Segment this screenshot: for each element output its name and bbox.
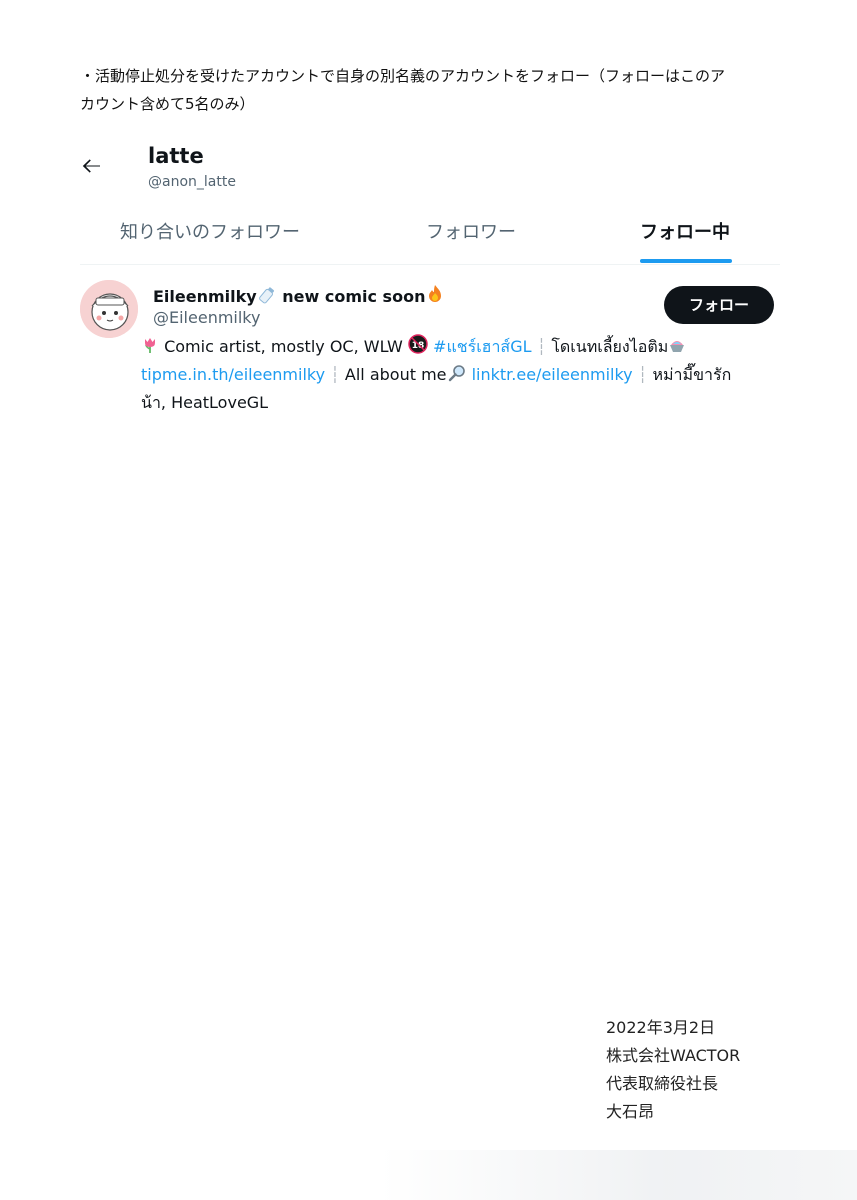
bio-text-2: โดเนทเลี้ยงไอติม <box>551 337 669 356</box>
magnifier-icon <box>447 364 467 390</box>
signature-title: 代表取締役社長 <box>606 1074 719 1093</box>
user-handle: @Eileenmilky <box>153 308 261 327</box>
milk-bottle-icon <box>257 286 277 308</box>
user-cell[interactable]: Eileenmilky new comic soon @Eileenmilky … <box>80 278 780 418</box>
bio-hashtag-link[interactable]: #แชร์เฮาส์GL <box>433 337 531 356</box>
bio-text-3: All about me <box>344 365 447 384</box>
shaved-ice-icon <box>668 336 686 362</box>
bio-line-2: tipme.in.th/eileenmilky ┆ All about me l… <box>141 362 741 390</box>
user-display-name: Eileenmilky <box>153 287 257 306</box>
svg-text:18: 18 <box>412 341 425 351</box>
intro-line-1: ・活動停止処分を受けたアカウントで自身の別名義のアカウントをフォロー（フォローは… <box>80 67 726 85</box>
signature-date: 2022年3月2日 <box>606 1018 716 1037</box>
bio-line-3: น้า, HeatLoveGL <box>141 393 269 412</box>
bio-line-1: Comic artist, mostly OC, WLW 18 #แชร์เฮา… <box>141 334 741 362</box>
follow-button[interactable]: フォロー <box>664 286 774 324</box>
bio-linktree-link[interactable]: linktr.ee/eileenmilky <box>472 365 633 384</box>
avatar[interactable] <box>80 280 138 338</box>
bio-text-1: Comic artist, mostly OC, WLW <box>159 337 408 356</box>
profile-handle: @anon_latte <box>148 174 236 190</box>
adults-only-icon: 18 <box>408 334 428 362</box>
profile-header: latte @anon_latte <box>80 140 780 200</box>
tab-followers-you-know[interactable]: 知り合いのフォロワー <box>120 218 300 244</box>
bio-separator: ┆ <box>325 365 345 384</box>
user-bio: Comic artist, mostly OC, WLW 18 #แชร์เฮา… <box>141 334 741 416</box>
fire-icon <box>425 284 445 308</box>
intro-text: ・活動停止処分を受けたアカウントで自身の別名義のアカウントをフォロー（フォローは… <box>80 62 780 118</box>
tab-bar: 知り合いのフォロワー フォロワー フォロー中 <box>80 200 780 265</box>
bio-separator: ┆ <box>531 337 552 356</box>
intro-line-2: カウント含めて5名のみ） <box>80 95 255 113</box>
signature-name: 大石昂 <box>606 1102 655 1121</box>
page-edge-shadow <box>380 1150 857 1200</box>
tab-following[interactable]: フォロー中 <box>640 218 730 244</box>
back-arrow-icon[interactable] <box>80 154 104 178</box>
bio-separator: ┆ <box>632 365 653 384</box>
user-name-suffix: new comic soon <box>276 287 426 306</box>
bio-tipme-link[interactable]: tipme.in.th/eileenmilky <box>141 365 325 384</box>
tulip-icon <box>141 336 159 362</box>
signature-company: 株式会社WACTOR <box>606 1046 741 1065</box>
user-name[interactable]: Eileenmilky new comic soon <box>153 284 445 308</box>
tab-followers[interactable]: フォロワー <box>426 218 516 244</box>
bio-text-4: หม่ามี๊ขารัก <box>652 365 732 384</box>
tab-active-indicator <box>640 259 732 263</box>
profile-name: latte <box>148 144 204 168</box>
signature-block: 2022年3月2日 株式会社WACTOR 代表取締役社長 大石昂 <box>606 1014 740 1126</box>
